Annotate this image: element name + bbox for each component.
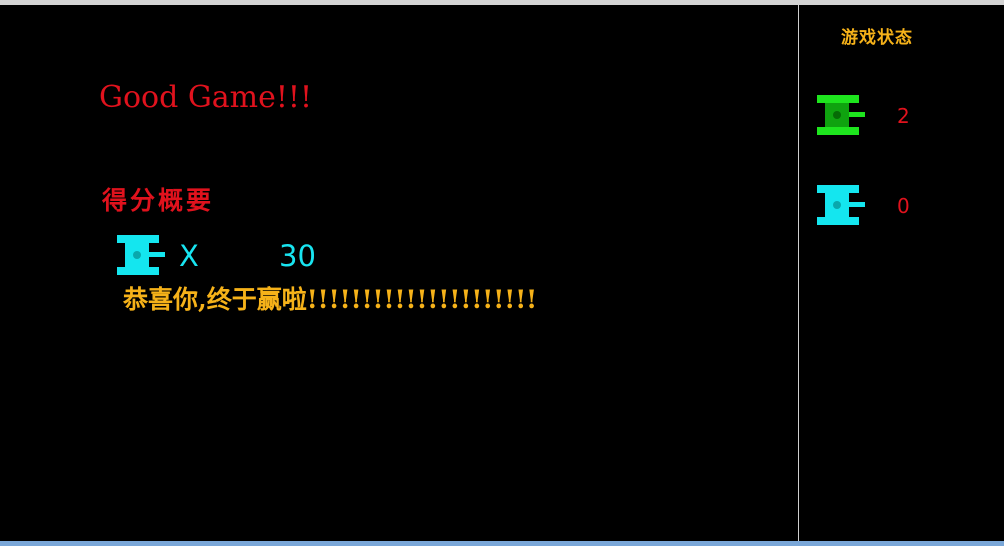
win-message: 恭喜你,终于赢啦!!!!!!!!!!!!!!!!!!!!!: [123, 285, 538, 314]
green-tank-icon: [817, 95, 865, 135]
enemy-tank-count-row: 2: [817, 95, 997, 135]
window-bottom-bar: [0, 541, 1004, 546]
status-panel-title: 游戏状态: [841, 28, 913, 48]
score-summary-title: 得分概要: [102, 186, 215, 215]
cyan-tank-icon: [817, 185, 865, 225]
status-panel: 游戏状态 2 0: [799, 5, 1004, 541]
enemy-tank-count: 2: [897, 104, 910, 128]
player-tank-count: 0: [897, 194, 910, 218]
cyan-tank-icon: [117, 235, 165, 275]
score-multiplier: X: [179, 239, 199, 273]
good-game-headline: Good Game!!!: [99, 80, 313, 115]
score-row: X 30: [117, 235, 377, 275]
game-area: Good Game!!! 得分概要 X 30 恭喜你,终于赢啦!!!!!!!!!…: [0, 5, 798, 541]
score-value: 30: [279, 239, 316, 273]
player-tank-count-row: 0: [817, 185, 997, 225]
